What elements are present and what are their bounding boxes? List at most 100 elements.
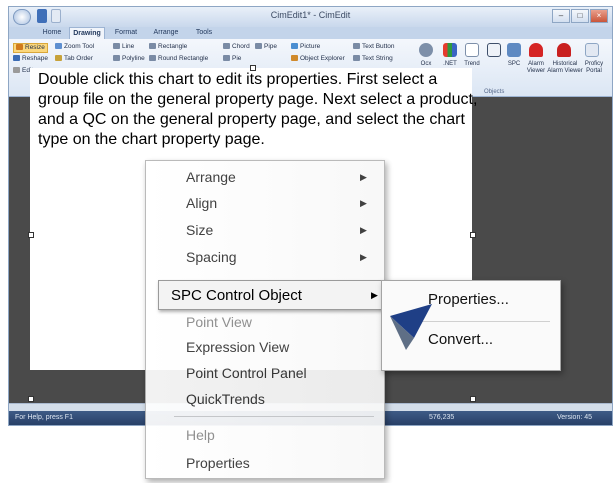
rectangle-icon	[149, 43, 156, 50]
menu-item-expression-view[interactable]: Expression View	[186, 339, 289, 355]
chord-icon	[223, 43, 230, 50]
menu-item-properties[interactable]: Properties	[186, 455, 250, 471]
arrange-arrow-icon: ▶	[360, 172, 367, 182]
tab-home[interactable]: Home	[37, 27, 67, 39]
polyline-label: Polyline	[122, 55, 145, 62]
ocx-icon[interactable]	[419, 43, 433, 57]
context-menu: Arrange ▶ Align ▶ Size ▶ Spacing ▶ Point…	[145, 160, 385, 479]
menu-item-spacing[interactable]: Spacing	[186, 249, 237, 265]
picture-button[interactable]: Picture	[291, 43, 320, 51]
status-coordinates: 576,235	[429, 414, 455, 421]
alarm-viewer-icon[interactable]	[529, 43, 543, 57]
menu-separator	[174, 416, 374, 417]
object-explorer-label: Object Explorer	[300, 55, 345, 62]
window-title: CimEdit1* - CimEdit	[270, 10, 351, 20]
reshape-icon	[13, 55, 20, 62]
rectangle-label: Rectangle	[158, 43, 188, 50]
close-button[interactable]: ×	[590, 9, 608, 23]
chord-label: Chord	[232, 43, 250, 50]
submenu-item-convert[interactable]: Convert...	[428, 331, 493, 348]
menu-item-align[interactable]: Align	[186, 195, 217, 211]
status-help-text: For Help, press F1	[15, 414, 73, 421]
pipe-icon	[255, 43, 262, 50]
ribbon-tabs: Home Drawing Format Arrange Tools	[9, 27, 612, 39]
title-bar: CimEdit1* - CimEdit – □ ×	[9, 7, 612, 27]
pipe-label: Pipe	[264, 43, 278, 50]
round-rectangle-icon	[149, 55, 156, 62]
pie-icon	[223, 55, 230, 62]
menu-item-arrange[interactable]: Arrange	[186, 169, 236, 185]
historical-alarm-viewer-icon[interactable]	[557, 43, 571, 57]
historical-alarm-viewer-label: Historical Alarm Viewer	[547, 61, 583, 74]
pie-button[interactable]: Pie	[223, 55, 241, 63]
window-controls: – □ ×	[552, 9, 608, 23]
zoom-tool-button[interactable]: Zoom Tool	[55, 43, 94, 51]
reshape-label: Reshape	[22, 55, 49, 62]
submenu-arrow-icon: ▶	[371, 290, 378, 300]
spc-control-object-label: SPC Control Object	[171, 287, 302, 304]
chart-instructions-text: Double click this chart to edit its prop…	[38, 71, 478, 148]
status-version: Version: 45	[557, 414, 593, 421]
trend-icon[interactable]	[465, 43, 479, 57]
text-string-button[interactable]: Text String	[353, 55, 393, 63]
resize-label: Resize	[25, 44, 45, 51]
proficy-portal-icon[interactable]	[585, 43, 599, 57]
tab-order-button[interactable]: Tab Order	[55, 55, 93, 63]
x-chart-icon[interactable]	[487, 43, 501, 57]
line-icon	[113, 43, 120, 50]
spc-icon[interactable]	[507, 43, 521, 57]
selection-handle-left[interactable]	[28, 232, 34, 238]
chord-button[interactable]: Chord	[223, 43, 250, 51]
round-rectangle-label: Round Rectangle	[158, 55, 209, 62]
menu-item-point-view[interactable]: Point View	[186, 314, 252, 330]
picture-icon	[291, 43, 298, 50]
picture-label: Picture	[300, 43, 321, 50]
zoom-tool-label: Zoom Tool	[64, 43, 95, 50]
text-string-label: Text String	[362, 55, 393, 62]
polyline-button[interactable]: Polyline	[113, 55, 145, 63]
size-arrow-icon: ▶	[360, 225, 367, 235]
resize-button[interactable]: Resize	[13, 43, 48, 53]
trend-label: Trend	[464, 61, 480, 67]
polyline-icon	[113, 55, 120, 62]
menu-item-quicktrends[interactable]: QuickTrends	[186, 391, 265, 407]
zoom-icon	[55, 43, 62, 50]
text-string-icon	[353, 55, 360, 62]
pointer-arrow-icon	[390, 304, 432, 350]
object-explorer-button[interactable]: Object Explorer	[291, 55, 345, 63]
submenu-separator	[422, 321, 550, 322]
maximize-button[interactable]: □	[571, 9, 589, 23]
pie-label: Pie	[232, 55, 242, 62]
menu-item-point-control-panel[interactable]: Point Control Panel	[186, 365, 307, 381]
text-button-button[interactable]: Text Button	[353, 43, 395, 51]
spacing-arrow-icon: ▶	[360, 252, 367, 262]
minimize-button[interactable]: –	[552, 9, 570, 23]
selection-handle-right[interactable]	[470, 232, 476, 238]
tab-arrange[interactable]: Arrange	[147, 27, 185, 39]
proficy-portal-label: Proficy Portal	[584, 61, 604, 74]
tab-tools[interactable]: Tools	[189, 27, 219, 39]
tab-drawing[interactable]: Drawing	[69, 27, 105, 39]
edit-icon	[13, 67, 20, 74]
menu-item-spc-control-object[interactable]: SPC Control Object ▶	[158, 280, 390, 310]
object-explorer-icon	[291, 55, 298, 62]
reshape-button[interactable]: Reshape	[13, 55, 48, 63]
menu-item-help[interactable]: Help	[186, 427, 215, 443]
round-rectangle-button[interactable]: Round Rectangle	[149, 55, 208, 63]
line-button[interactable]: Line	[113, 43, 134, 51]
tab-format[interactable]: Format	[109, 27, 143, 39]
submenu-item-properties[interactable]: Properties...	[428, 291, 509, 308]
objects-group-label: Objects	[484, 89, 505, 95]
pipe-button[interactable]: Pipe	[255, 43, 277, 51]
dotnet-icon[interactable]	[443, 43, 457, 57]
tab-order-label: Tab Order	[64, 55, 93, 62]
align-arrow-icon: ▶	[360, 198, 367, 208]
rectangle-button[interactable]: Rectangle	[149, 43, 187, 51]
selection-handle-bottom-left[interactable]	[28, 396, 34, 402]
text-button-label: Text Button	[362, 43, 395, 50]
tab-order-icon	[55, 55, 62, 62]
line-label: Line	[122, 43, 135, 50]
selection-handle-bottom-right[interactable]	[470, 396, 476, 402]
text-button-icon	[353, 43, 360, 50]
menu-item-size[interactable]: Size	[186, 222, 213, 238]
